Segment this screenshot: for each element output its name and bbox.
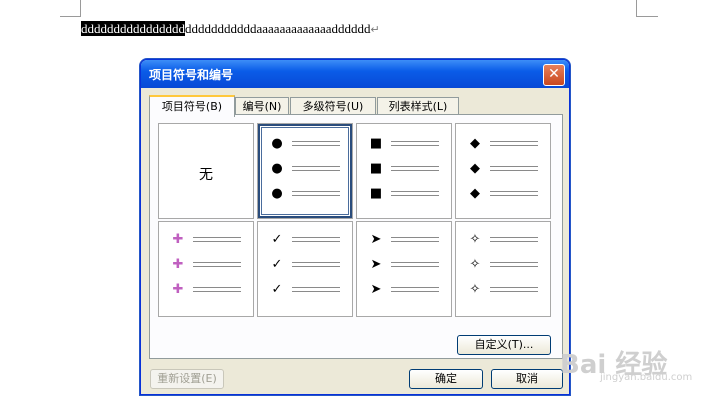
none-label: 无 bbox=[199, 167, 213, 183]
customize-button[interactable]: 自定义(T)... bbox=[457, 335, 551, 355]
four-point-star-bullet-icon: ✚ bbox=[172, 257, 184, 272]
checkmark-bullet-icon: ✓ bbox=[271, 232, 283, 247]
bullet-option-none[interactable]: 无 bbox=[158, 123, 254, 219]
dialog-title: 项目符号和编号 bbox=[149, 68, 234, 82]
four-point-star-bullet-icon: ✚ bbox=[172, 232, 184, 247]
filled-diamond-bullet-icon: ◆ bbox=[470, 161, 480, 176]
document-text[interactable]: dddddddddddaaaaaaaaaaaaadddddd bbox=[185, 21, 371, 36]
bullet-option-arrowhead[interactable]: ➤ ➤ ➤ bbox=[356, 221, 452, 317]
close-icon: ✕ bbox=[548, 66, 560, 82]
paragraph-mark-icon: ↵ bbox=[370, 24, 380, 36]
filled-diamond-bullet-icon: ◆ bbox=[470, 186, 480, 201]
filled-square-bullet-icon: ■ bbox=[369, 186, 383, 201]
arrowhead-bullet-icon: ➤ bbox=[370, 232, 382, 247]
bullet-option-circle[interactable]: ● ● ● bbox=[257, 123, 353, 219]
checkmark-bullet-icon: ✓ bbox=[271, 282, 283, 297]
page-corner-mark-left bbox=[80, 0, 81, 17]
bullet-option-diamond[interactable]: ◆ ◆ ◆ bbox=[455, 123, 551, 219]
cancel-button[interactable]: 取消 bbox=[491, 369, 563, 389]
checkmark-bullet-icon: ✓ bbox=[271, 257, 283, 272]
ok-button[interactable]: 确定 bbox=[409, 369, 483, 389]
bullet-option-square[interactable]: ■ ■ ■ bbox=[356, 123, 452, 219]
tab-outline-numbered[interactable]: 多级符号(U) bbox=[290, 97, 376, 115]
filled-circle-bullet-icon: ● bbox=[271, 136, 283, 151]
sparkle-star-bullet-icon: ✧ bbox=[469, 282, 481, 297]
tab-bullets[interactable]: 项目符号(B) bbox=[149, 95, 235, 117]
filled-square-bullet-icon: ■ bbox=[369, 161, 383, 176]
close-button[interactable]: ✕ bbox=[543, 64, 565, 86]
baidu-watermark-url: jingyan.baidu.com bbox=[600, 372, 693, 383]
tab-list-styles[interactable]: 列表样式(L) bbox=[377, 97, 459, 115]
filled-square-bullet-icon: ■ bbox=[369, 136, 383, 151]
bullet-option-sparkle[interactable]: ✧ ✧ ✧ bbox=[455, 221, 551, 317]
bullet-option-checkmark[interactable]: ✓ ✓ ✓ bbox=[257, 221, 353, 317]
arrowhead-bullet-icon: ➤ bbox=[370, 282, 382, 297]
filled-diamond-bullet-icon: ◆ bbox=[470, 136, 480, 151]
sparkle-star-bullet-icon: ✧ bbox=[469, 232, 481, 247]
filled-circle-bullet-icon: ● bbox=[271, 161, 283, 176]
arrowhead-bullet-icon: ➤ bbox=[370, 257, 382, 272]
sparkle-star-bullet-icon: ✧ bbox=[469, 257, 481, 272]
bullets-and-numbering-dialog: 项目符号和编号 ✕ 项目符号(B) 编号(N) 多级符号(U) 列表样式(L) … bbox=[140, 59, 570, 395]
four-point-star-bullet-icon: ✚ bbox=[172, 282, 184, 297]
bullet-option-star-cross[interactable]: ✚ ✚ ✚ bbox=[158, 221, 254, 317]
document-text-line[interactable]: dddddddddddddddddddddddddddaaaaaaaaaaaaa… bbox=[81, 21, 380, 38]
dialog-title-bar[interactable]: 项目符号和编号 ✕ bbox=[141, 60, 569, 88]
bullets-tab-panel: 无 ● ● ● ■ ■ ■ ◆ ◆ ◆ ✚ ✚ ✚ ✓ ✓ ✓ ➤ ➤ ➤ ✧ … bbox=[149, 114, 563, 359]
page-corner-mark-right bbox=[636, 0, 637, 17]
filled-circle-bullet-icon: ● bbox=[271, 186, 283, 201]
page-corner-mark-left-h bbox=[60, 16, 80, 17]
tab-numbering[interactable]: 编号(N) bbox=[235, 97, 289, 115]
selected-text[interactable]: dddddddddddddddd bbox=[81, 21, 185, 36]
reset-button[interactable]: 重新设置(E) bbox=[150, 369, 224, 389]
page-corner-mark-right-h bbox=[636, 16, 658, 17]
